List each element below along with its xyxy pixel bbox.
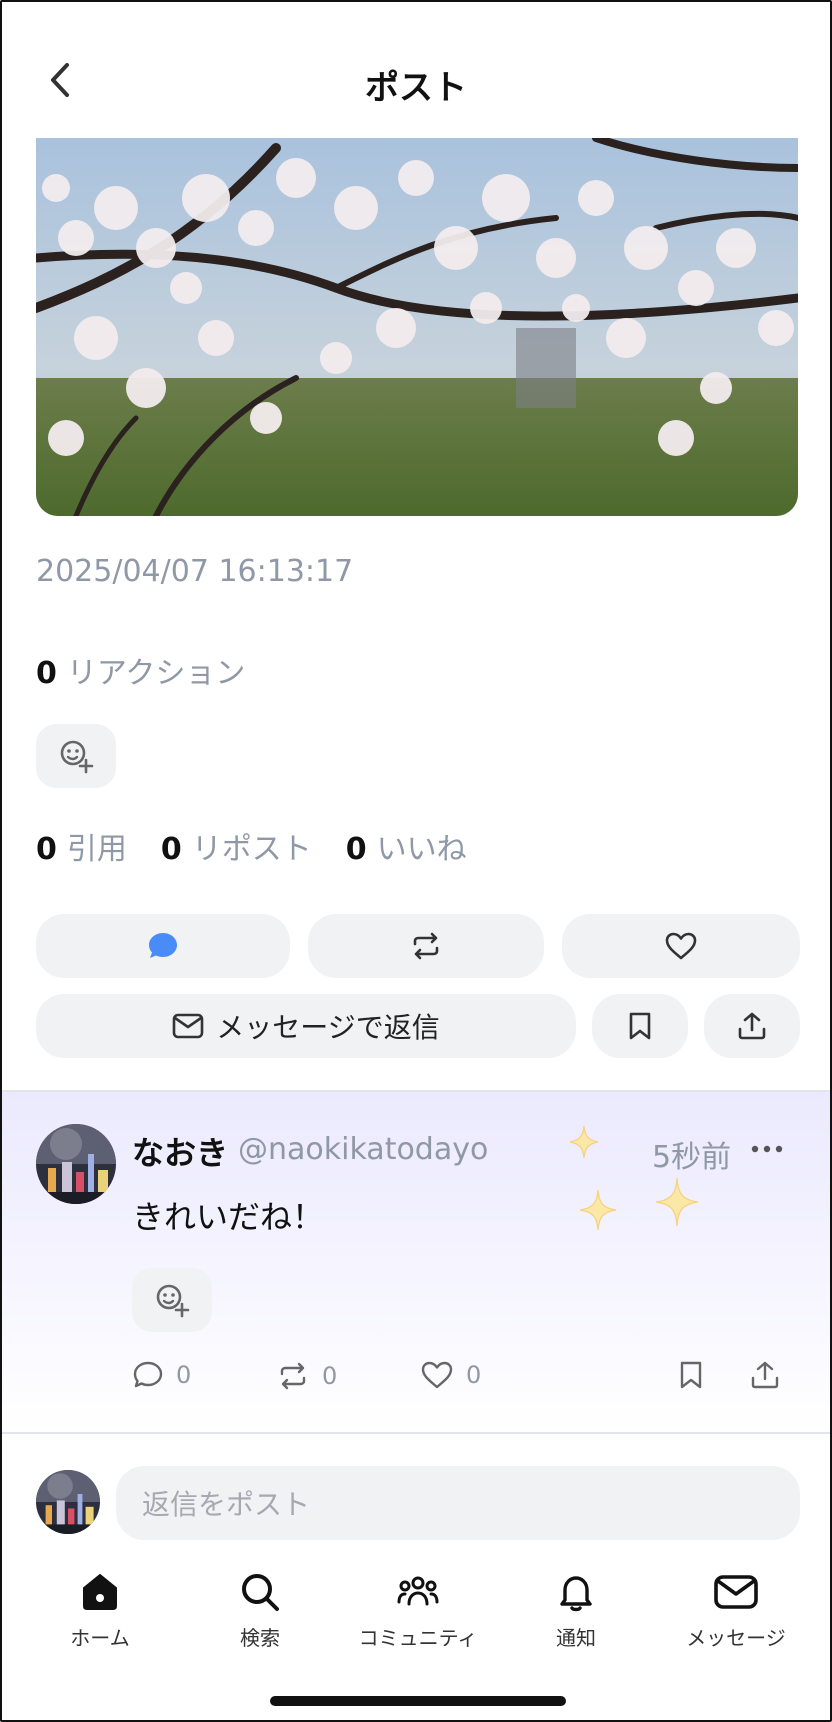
- reply-repost-action[interactable]: 0: [276, 1360, 337, 1392]
- add-reaction-button[interactable]: [36, 724, 116, 788]
- reply-time: 5秒前: [652, 1140, 732, 1175]
- message-reply-button[interactable]: メッセージで返信: [36, 994, 576, 1058]
- tab-home[interactable]: ホーム: [20, 1570, 180, 1651]
- home-icon: [83, 1574, 117, 1610]
- search-icon: [242, 1574, 279, 1611]
- heart-icon: [665, 932, 697, 960]
- tab-community-label: コミュニティ: [358, 1626, 478, 1650]
- reaction-count-value: 0: [36, 656, 57, 691]
- bookmark-icon: [680, 1361, 702, 1389]
- add-reaction-icon: [60, 740, 94, 774]
- community-icon: [397, 1576, 439, 1606]
- bottom-tab-bar: ホーム 検索 コミュニティ 通知 メッセージ: [2, 1570, 830, 1680]
- repost-count[interactable]: 0 リポスト: [161, 824, 312, 868]
- more-horizontal-icon: [751, 1145, 783, 1153]
- share-icon: [738, 1012, 766, 1040]
- header: ポスト: [2, 2, 830, 132]
- more-options-button[interactable]: [750, 1132, 784, 1166]
- comment-button[interactable]: [36, 914, 290, 978]
- reply-like-action[interactable]: 0: [420, 1360, 481, 1390]
- reply-text: きれいだね！: [132, 1198, 325, 1236]
- add-reaction-icon: [156, 1284, 190, 1318]
- like-button[interactable]: [562, 914, 800, 978]
- bookmark-button[interactable]: [592, 994, 688, 1058]
- reply-bookmark-action[interactable]: [678, 1360, 704, 1390]
- post-image[interactable]: [36, 138, 798, 516]
- tab-search-label: 検索: [240, 1626, 280, 1650]
- sparkle-icon: [579, 1189, 617, 1231]
- share-button[interactable]: [704, 994, 800, 1058]
- repost-icon: [413, 932, 439, 960]
- reply-comment-action[interactable]: 0: [132, 1360, 191, 1390]
- mail-icon: [714, 1575, 758, 1609]
- message-reply-label: メッセージで返信: [216, 1011, 440, 1044]
- reaction-count[interactable]: 0 リアクション: [36, 648, 245, 692]
- tab-home-label: ホーム: [70, 1626, 130, 1650]
- reply-add-reaction-button[interactable]: [132, 1268, 212, 1332]
- reply-author-name[interactable]: なおき: [132, 1128, 228, 1174]
- page-title: ポスト: [365, 68, 467, 108]
- reply-author-handle[interactable]: @naokikatodayo: [238, 1132, 488, 1167]
- reply-share-action[interactable]: [750, 1360, 780, 1390]
- comment-filled-icon: [149, 933, 177, 958]
- bookmark-icon: [629, 1012, 651, 1040]
- heart-icon: [421, 1361, 453, 1389]
- tab-search[interactable]: 検索: [180, 1570, 340, 1651]
- repost-icon: [280, 1362, 306, 1390]
- sparkle-icon: [655, 1177, 699, 1227]
- reply-like-count: 0: [466, 1361, 482, 1389]
- share-icon: [751, 1361, 779, 1389]
- mail-icon: [172, 1013, 204, 1039]
- bell-icon: [560, 1576, 592, 1612]
- reply-avatar[interactable]: [36, 1124, 116, 1204]
- home-indicator: [270, 1696, 566, 1706]
- reply-compose-input[interactable]: 返信をポスト: [116, 1466, 800, 1540]
- tab-community[interactable]: コミュニティ: [338, 1570, 498, 1651]
- reply-comment-count: 0: [176, 1361, 192, 1389]
- quote-count[interactable]: 0 引用: [36, 824, 127, 868]
- tab-messages-label: メッセージ: [686, 1626, 786, 1650]
- reply-repost-count: 0: [322, 1362, 338, 1390]
- my-avatar[interactable]: [36, 1470, 100, 1534]
- reaction-count-label: リアクション: [66, 656, 246, 691]
- tab-messages[interactable]: メッセージ: [656, 1570, 816, 1651]
- comment-icon: [133, 1361, 163, 1388]
- sparkle-icon: [569, 1125, 599, 1159]
- post-timestamp: 2025/04/07 16:13:17: [36, 554, 354, 589]
- like-count[interactable]: 0 いいね: [346, 824, 467, 868]
- tab-notifications[interactable]: 通知: [496, 1570, 656, 1651]
- divider: [2, 1432, 830, 1434]
- tab-notifications-label: 通知: [556, 1626, 596, 1650]
- app-screen: ポスト 2025/04/07 16:13:17 0 リアクション 0 引用 0 …: [0, 0, 832, 1722]
- post-stats: 0 引用 0 リポスト 0 いいね: [36, 824, 467, 868]
- repost-button[interactable]: [308, 914, 544, 978]
